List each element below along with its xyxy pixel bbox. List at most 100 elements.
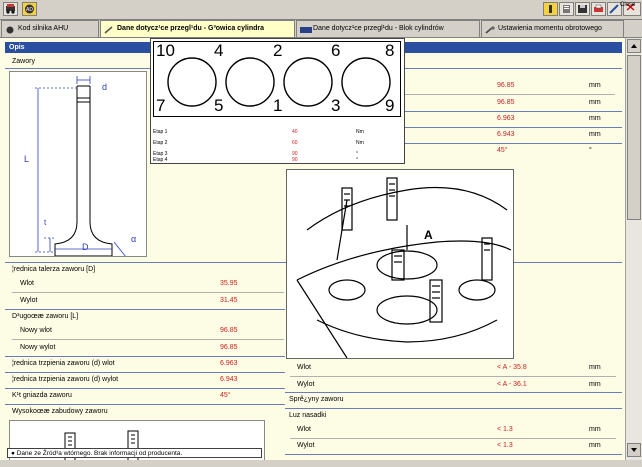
- diagram-label-d: d: [102, 82, 108, 92]
- bolt-number: 7: [156, 96, 166, 115]
- row-value: 45°: [220, 392, 231, 399]
- diagram-label-D: D: [82, 242, 89, 252]
- scroll-thumb[interactable]: [627, 55, 641, 220]
- bolt-number: 8: [385, 41, 395, 60]
- stage-unit: Nm: [356, 140, 364, 146]
- row-label: Nowy wlot: [20, 327, 52, 334]
- book-icon[interactable]: [559, 2, 574, 16]
- scroll-down-button[interactable]: [627, 443, 641, 457]
- right-unit: mm: [589, 115, 601, 122]
- row-label: Nowy wylot: [20, 344, 56, 351]
- divider: [12, 339, 284, 340]
- right-unit: °: [589, 147, 592, 154]
- row-value: < A - 36.1: [497, 381, 527, 388]
- bolt-number: 1: [273, 96, 283, 115]
- row-value: < 1.3: [497, 442, 513, 449]
- row-label: Wysokoœæ zabudowy zaworu: [12, 408, 108, 415]
- row-label: ¦rednica trzpienia zaworu (d) wlot: [12, 360, 115, 367]
- stage-label: Etap 2: [153, 140, 168, 146]
- diagram-label-t: t: [44, 218, 47, 227]
- row-value: < 1.3: [497, 426, 513, 433]
- car-icon[interactable]: [3, 2, 18, 16]
- stage-unit: Nm: [356, 129, 364, 135]
- right-value: 96.85: [497, 99, 515, 106]
- row-label: Wlot: [20, 280, 34, 287]
- info-icon[interactable]: [543, 2, 558, 16]
- divider: [290, 438, 616, 439]
- tab-cylinder-head[interactable]: Dane dotycz¹ce przegl¹du - G³owica cylin…: [100, 20, 295, 37]
- tab-cylinder-block[interactable]: Dane dotycz¹ce przegl¹du - Blok cylindró…: [296, 20, 480, 37]
- row-label: Wylot: [297, 442, 315, 449]
- bolt-number: 10: [156, 41, 175, 60]
- right-value: 6.943: [497, 131, 515, 138]
- divider: [290, 376, 616, 377]
- vertical-scrollbar[interactable]: [625, 38, 642, 460]
- tab-torque-settings[interactable]: Ustawienia momentu obrotowego: [481, 20, 624, 37]
- torque-icon: [485, 25, 495, 34]
- row-value: 6.963: [220, 360, 238, 367]
- stage-value: 40: [292, 129, 298, 135]
- status-bar: ● Dane ze Źród³a wtórnego. Brak informac…: [7, 448, 262, 458]
- section-header-label: Opis: [9, 44, 25, 51]
- bolt-number: 2: [273, 41, 283, 60]
- cylinder-head-diagram: A: [286, 169, 514, 359]
- row-label: K¹t gniazda zaworu: [12, 392, 72, 399]
- stage-value: 60: [292, 140, 298, 146]
- row-value: 96.85: [220, 344, 238, 351]
- svg-text:AD: AD: [26, 7, 33, 13]
- row-label: ¦rednica trzpienia zaworu (d) wylot: [12, 376, 119, 383]
- engine-icon[interactable]: AD: [22, 2, 37, 16]
- divider: [285, 454, 622, 455]
- print-icon[interactable]: [591, 2, 606, 16]
- row-value: < A - 35.8: [497, 364, 527, 371]
- tab-engine-code[interactable]: Kod silnika AHU: [1, 20, 99, 37]
- row-value: 96.85: [220, 327, 238, 334]
- dimension-label-A: A: [424, 228, 433, 242]
- row-label: D³ugoœæ zaworu [L]: [12, 313, 79, 320]
- right-value: 96.85: [497, 82, 515, 89]
- row-value: 6.943: [220, 376, 238, 383]
- block-icon: [300, 25, 312, 33]
- row-label: Wlot: [297, 364, 311, 371]
- stage-label: Etap 1: [153, 129, 168, 135]
- divider: [285, 408, 622, 409]
- right-value: 6.963: [497, 115, 515, 122]
- stage-value: 90: [292, 157, 298, 163]
- close-label: Close: [620, 2, 636, 8]
- bolt-number: 6: [331, 41, 341, 60]
- bolt-number: 4: [214, 41, 224, 60]
- stage-label: Etap 4: [153, 157, 168, 163]
- divider: [405, 94, 615, 95]
- bolt-number: 5: [214, 96, 224, 115]
- row-label: Wylot: [20, 297, 38, 304]
- diagram-label-L: L: [24, 154, 30, 164]
- row-label: Wylot: [297, 381, 315, 388]
- row-label: Sprê¿yny zaworu: [289, 396, 344, 403]
- bolt-sequence-diagram: 10 4 2 6 8 7 5 1 3 9: [153, 41, 401, 117]
- row-value: 31.45: [220, 297, 238, 304]
- right-unit: mm: [589, 131, 601, 138]
- right-unit: mm: [589, 82, 601, 89]
- status-text: Dane ze Źród³a wtórnego. Brak informacji…: [16, 450, 183, 457]
- bolt-number: 3: [331, 96, 341, 115]
- row-label: Luz nasadki: [289, 412, 327, 419]
- content-area: Opis Zawory d L t D α ¦rednica talerza z…: [0, 38, 625, 460]
- bolt-number: 9: [385, 96, 395, 115]
- top-toolbar: AD Close: [0, 0, 642, 20]
- scroll-up-button[interactable]: [627, 39, 641, 53]
- wrench-icon: [104, 25, 114, 34]
- valves-label: Zawory: [12, 58, 35, 65]
- right-unit: mm: [589, 99, 601, 106]
- valve-diagram: d L t D α: [9, 71, 147, 263]
- tab-bar: Kod silnika AHU Dane dotycz¹ce przegl¹du…: [0, 20, 642, 38]
- save-icon[interactable]: [575, 2, 590, 16]
- row-unit: mm: [589, 442, 601, 449]
- row-unit: mm: [589, 426, 601, 433]
- row-unit: mm: [589, 381, 601, 388]
- diagram-label-alpha: α: [131, 234, 137, 244]
- right-value: 45°: [497, 147, 508, 154]
- row-unit: mm: [589, 364, 601, 371]
- bolt-sequence-panel: 10 4 2 6 8 7 5 1 3 9 Etap 1 40 Nm Etap 2…: [150, 38, 405, 164]
- row-value: 35.95: [220, 280, 238, 287]
- divider: [12, 292, 284, 293]
